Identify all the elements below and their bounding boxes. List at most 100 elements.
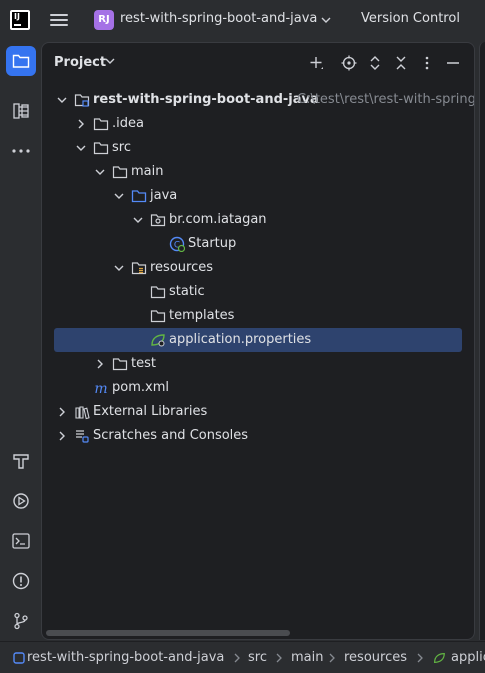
resources-folder-icon — [131, 262, 147, 275]
breadcrumb-item[interactable]: resources — [344, 650, 407, 666]
tree-node-label: java — [150, 188, 178, 203]
breadcrumb-item[interactable]: rest-with-spring-boot-and-java — [27, 650, 224, 666]
svg-text:m: m — [94, 381, 107, 396]
build-icon — [13, 454, 29, 469]
tree-node-label: main — [131, 164, 164, 179]
breadcrumb-item[interactable]: applic — [451, 650, 485, 666]
chevron-down-icon[interactable] — [113, 262, 125, 274]
status-bar: rest-with-spring-boot-and-java src main … — [0, 641, 485, 673]
tree-node-label: application.properties — [169, 332, 312, 347]
tree-node-label: src — [112, 140, 131, 155]
scratches-icon — [76, 430, 89, 443]
project-name: rest-with-spring-boot-and-java — [120, 11, 318, 26]
tree-node-label: resources — [150, 260, 214, 275]
run-icon — [13, 493, 29, 509]
locate-icon[interactable] — [341, 55, 357, 71]
horizontal-scrollbar[interactable] — [46, 630, 290, 636]
build-tool-button[interactable] — [6, 446, 36, 476]
tree-node[interactable]: rest-with-spring-boot-and-java C:\test\re… — [42, 88, 474, 112]
tree-node[interactable]: test — [42, 352, 474, 376]
tree-node-label: Startup — [188, 236, 237, 251]
folder-icon — [112, 166, 128, 179]
tree-node-label: test — [131, 356, 156, 371]
chevron-right-icon[interactable] — [56, 406, 68, 418]
terminal-tool-button[interactable] — [6, 526, 36, 556]
project-tool-button[interactable] — [6, 46, 36, 76]
folder-icon — [150, 310, 166, 323]
vcs-widget[interactable]: Version Control — [358, 6, 485, 34]
breadcrumb-item[interactable]: src — [248, 650, 267, 666]
main-menu-icon[interactable] — [50, 11, 68, 29]
maven-icon: m — [94, 381, 107, 396]
chevron-down-icon[interactable] — [113, 190, 125, 202]
project-badge[interactable]: RJ — [94, 10, 114, 30]
folder-icon — [12, 54, 30, 68]
tree-node[interactable]: java — [42, 184, 474, 208]
chevron-right-icon[interactable] — [94, 358, 106, 370]
project-switcher[interactable]: rest-with-spring-boot-and-java — [118, 6, 334, 34]
tree-node-label: Scratches and Consoles — [93, 428, 249, 443]
structure-tool-button[interactable] — [6, 96, 36, 126]
vcs-label: Version Control — [361, 11, 460, 26]
run-tool-button[interactable] — [6, 486, 36, 516]
chevron-right-icon — [329, 653, 335, 663]
problems-tool-button[interactable] — [6, 566, 36, 596]
chevron-down-icon — [321, 17, 331, 23]
tree-node[interactable]: resources — [42, 256, 474, 280]
module-icon — [13, 652, 25, 664]
breadcrumb-item[interactable]: main — [291, 650, 323, 666]
expand-all-icon[interactable] — [367, 55, 383, 71]
tree-node-label: .idea — [112, 116, 144, 131]
tree-node[interactable]: External Libraries — [42, 400, 474, 424]
tree-node-label: br.com.iatagan — [169, 212, 267, 227]
tree-node-label: External Libraries — [93, 404, 208, 419]
problems-icon — [12, 572, 30, 590]
module-folder-icon — [74, 94, 90, 107]
chevron-right-icon — [234, 653, 240, 663]
chevron-right-icon — [276, 653, 282, 663]
git-branch-icon — [14, 612, 28, 630]
panel-title[interactable]: Project — [54, 55, 106, 70]
chevron-down-icon[interactable] — [132, 214, 144, 226]
tree-node[interactable]: C Startup — [42, 232, 474, 256]
structure-icon — [13, 103, 29, 119]
chevron-down-icon[interactable] — [94, 166, 106, 178]
source-folder-icon — [131, 190, 147, 203]
spring-class-icon: C — [169, 236, 185, 252]
tree-node[interactable]: .idea — [42, 112, 474, 136]
title-bar: IJ RJ rest-with-spring-boot-and-java Ver… — [0, 0, 485, 40]
tree-node[interactable]: static — [42, 280, 474, 304]
tree-node[interactable]: main — [42, 160, 474, 184]
libraries-icon — [75, 406, 90, 420]
tree-node[interactable]: m pom.xml — [42, 376, 474, 400]
tree-node[interactable]: Scratches and Consoles — [42, 424, 474, 448]
more-tools-button[interactable] — [6, 136, 36, 166]
panel-header: Project — [42, 43, 474, 83]
chevron-right-icon — [417, 653, 423, 663]
terminal-icon — [12, 533, 30, 549]
options-icon[interactable] — [419, 55, 435, 71]
chevron-right-icon[interactable] — [56, 430, 68, 442]
tree-node[interactable]: br.com.iatagan — [42, 208, 474, 232]
tree-node[interactable]: templates — [42, 304, 474, 328]
tree-node-label: rest-with-spring-boot-and-java — [93, 92, 319, 107]
tree-node-label: pom.xml — [112, 380, 169, 395]
more-icon — [12, 149, 30, 153]
tree-node[interactable]: src — [42, 136, 474, 160]
collapse-all-icon[interactable] — [393, 55, 409, 71]
minimize-icon[interactable] — [445, 55, 461, 71]
add-icon[interactable] — [309, 55, 325, 71]
folder-icon — [93, 118, 109, 131]
tree-node-label: static — [169, 284, 205, 299]
chevron-down-icon[interactable] — [75, 142, 87, 154]
chevron-down-icon[interactable] — [56, 94, 68, 106]
package-icon — [150, 214, 166, 227]
git-tool-button[interactable] — [6, 606, 36, 636]
intellij-logo-icon[interactable]: IJ — [10, 10, 30, 30]
tool-window-strip — [0, 40, 40, 641]
chevron-down-icon[interactable] — [105, 57, 115, 65]
project-tool-window: Project rest-with-spring-boot-and-java C:… — [41, 42, 475, 640]
tree-node[interactable]: application.properties — [42, 328, 474, 352]
tree-node-label: templates — [169, 308, 235, 323]
chevron-right-icon[interactable] — [75, 118, 87, 130]
